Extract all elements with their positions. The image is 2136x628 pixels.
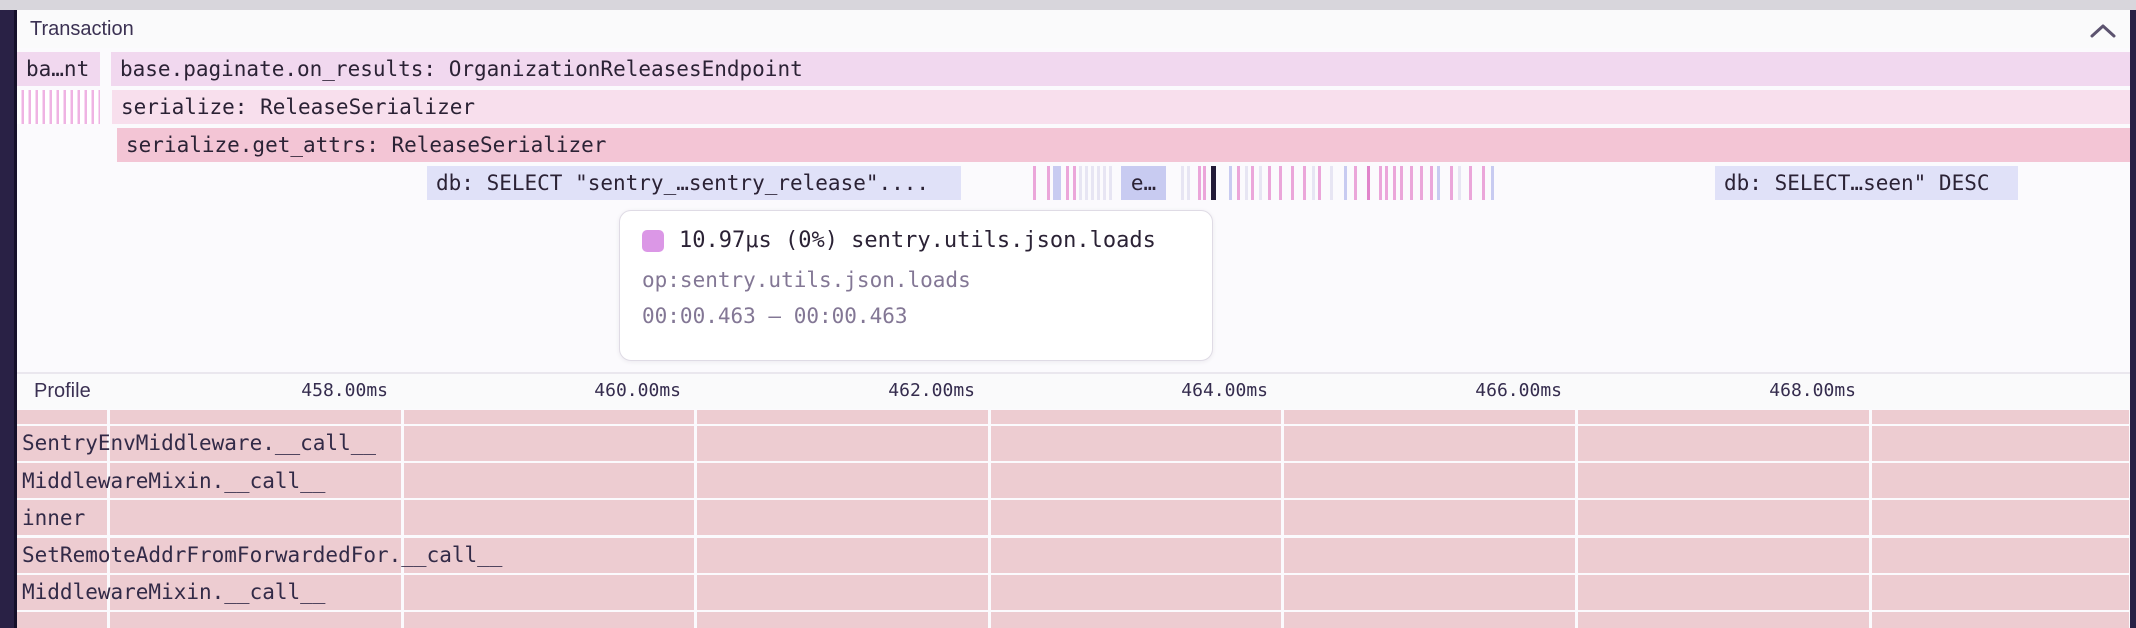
- tooltip-duration-line: 10.97μs (0%) sentry.utils.json.loads: [642, 228, 1190, 253]
- profile-frame-row-partial[interactable]: [17, 410, 2129, 424]
- tooltip-op-line: op:sentry.utils.json.loads: [642, 268, 1190, 292]
- profile-frame-row[interactable]: MiddlewareMixin.__call__: [17, 463, 2129, 498]
- profile-frame-row-partial[interactable]: [17, 612, 2129, 628]
- tooltip-headline: 10.97μs (0%) sentry.utils.json.loads: [679, 228, 1156, 253]
- profile-frame-label: inner: [17, 506, 85, 530]
- profile-frame-label: MiddlewareMixin.__call__: [17, 580, 325, 604]
- profile-frame-label: SetRemoteAddrFromForwardedFor.__call__: [17, 543, 502, 567]
- tooltip-time-range: 00:00.463 — 00:00.463: [642, 304, 1190, 328]
- span-tooltip: 10.97μs (0%) sentry.utils.json.loads op:…: [619, 210, 1213, 361]
- profile-frame-row[interactable]: inner: [17, 500, 2129, 535]
- profile-frame-row[interactable]: MiddlewareMixin.__call__: [17, 575, 2129, 610]
- tooltip-swatch-icon: [642, 230, 664, 252]
- profile-frame-label: MiddlewareMixin.__call__: [17, 469, 325, 493]
- profile-frame-label: SentryEnvMiddleware.__call__: [17, 431, 376, 455]
- profile-frame-row[interactable]: SentryEnvMiddleware.__call__: [17, 426, 2129, 461]
- profile-frame-row[interactable]: SetRemoteAddrFromForwardedFor.__call__: [17, 538, 2129, 573]
